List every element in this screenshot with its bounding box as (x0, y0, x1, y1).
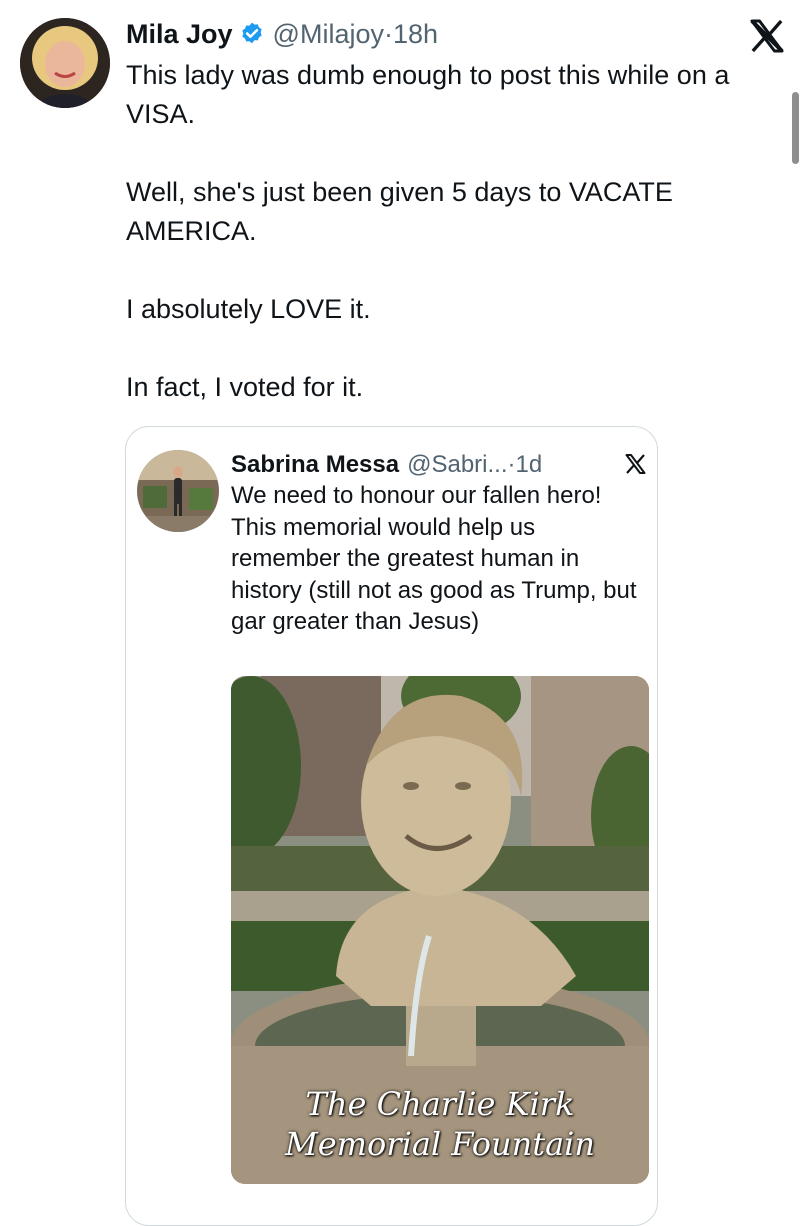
tweet-paragraph: Well, she's just been given 5 days to VA… (126, 177, 673, 246)
scrollbar[interactable] (792, 92, 799, 164)
media-caption-line2: Memorial Fountain (284, 1125, 596, 1163)
tweet-timestamp[interactable]: 18h (393, 19, 438, 50)
quoted-author-avatar[interactable] (137, 450, 219, 532)
quoted-tweet-text: We need to honour our fallen hero! This … (231, 482, 637, 635)
x-logo-icon[interactable] (746, 16, 788, 56)
quoted-tweet-header: Sabrina Messa @Sabri... · 1d (231, 447, 542, 483)
quoted-tweet[interactable]: Sabrina Messa @Sabri... · 1d We need to … (125, 426, 658, 1226)
verified-badge-icon (241, 22, 262, 44)
header-separator: · (383, 18, 393, 49)
quoted-author-name[interactable]: Sabrina Messa (231, 451, 399, 479)
quoted-author-avatar-image (137, 450, 219, 532)
tweet-text: This lady was dumb enough to post this w… (126, 56, 776, 407)
author-avatar[interactable] (20, 18, 110, 108)
author-handle[interactable]: @Milajoy (273, 19, 384, 50)
media-caption-line1: The Charlie Kirk (305, 1085, 575, 1123)
quoted-tweet-image[interactable]: The Charlie Kirk Memorial Fountain (231, 676, 649, 1184)
tweet-paragraph: I absolutely LOVE it. (126, 294, 371, 324)
author-name[interactable]: Mila Joy (126, 19, 233, 50)
quoted-author-handle[interactable]: @Sabri... (407, 451, 507, 479)
tweet-paragraph: In fact, I voted for it. (126, 372, 364, 402)
x-logo-icon[interactable] (623, 452, 648, 476)
author-avatar-image (20, 18, 110, 108)
tweet-header: Mila Joy @Milajoy · 18h (126, 14, 438, 54)
tweet-paragraph: This lady was dumb enough to post this w… (126, 60, 730, 129)
quoted-header-separator: · (507, 451, 516, 478)
quoted-tweet-timestamp[interactable]: 1d (516, 451, 543, 479)
